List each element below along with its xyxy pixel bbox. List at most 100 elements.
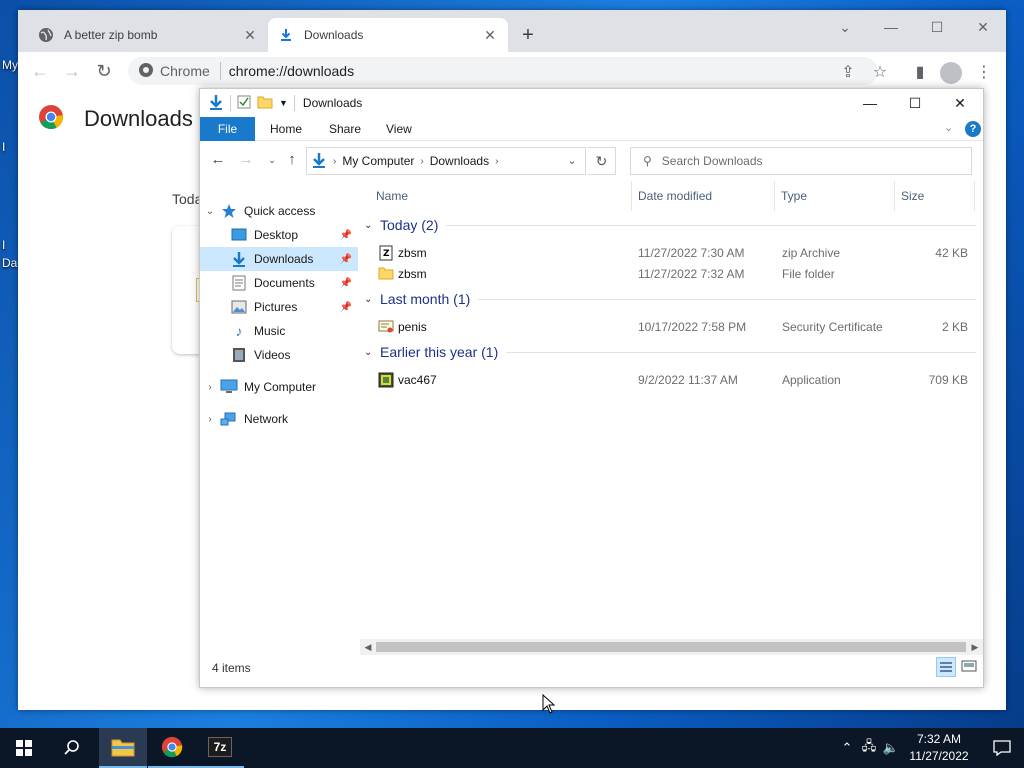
qat-dropdown-icon[interactable]: ▼	[279, 98, 288, 108]
taskbar-7zip[interactable]: 7z	[196, 728, 244, 768]
nav-item-documents[interactable]: Documents 📌	[200, 271, 358, 295]
minimize-button[interactable]: —	[847, 89, 893, 117]
column-header-type[interactable]: Type	[775, 181, 895, 211]
refresh-button[interactable]: ↻	[588, 147, 616, 175]
column-header-name[interactable]: Name	[370, 181, 632, 211]
network-status-icon[interactable]: 🖧	[858, 737, 880, 759]
scrollbar-thumb[interactable]	[376, 642, 966, 652]
ribbon-tab-share[interactable]: Share	[315, 117, 375, 141]
address-row: ← → ⌄ ↑ › My Computer › Downloads › ⌄ ↻ …	[200, 145, 983, 177]
large-icons-view-button[interactable]	[960, 657, 980, 677]
tab-search-chevron-icon[interactable]: ⌄	[822, 14, 868, 40]
table-row[interactable]: penis 10/17/2022 7:58 PM Security Certif…	[360, 317, 980, 338]
expand-chevron-icon[interactable]: ›	[200, 382, 220, 393]
close-button[interactable]: ✕	[960, 14, 1006, 40]
file-date: 11/27/2022 7:32 AM	[638, 267, 745, 281]
group-header-last-month[interactable]: ⌄ Last month (1)	[364, 291, 976, 307]
breadcrumb-chevron-icon[interactable]: ›	[333, 156, 336, 167]
start-button[interactable]	[0, 728, 48, 768]
horizontal-scrollbar[interactable]: ◀ ▶	[360, 639, 983, 655]
chrome-logo-icon	[138, 62, 154, 81]
collapse-chevron-icon[interactable]: ⌄	[364, 294, 380, 305]
close-button[interactable]: ✕	[937, 89, 983, 117]
recent-locations-chevron-icon[interactable]: ⌄	[262, 155, 282, 166]
collapse-chevron-icon[interactable]: ⌄	[200, 206, 220, 217]
maximize-button[interactable]: ☐	[914, 14, 960, 40]
scroll-left-arrow-icon[interactable]: ◀	[360, 639, 376, 655]
file-name: zbsm	[398, 246, 427, 260]
show-hidden-icons-chevron-icon[interactable]: ⌃	[836, 740, 858, 756]
collapse-chevron-icon[interactable]: ⌄	[364, 220, 380, 231]
nav-my-computer[interactable]: › My Computer	[200, 375, 358, 399]
breadcrumb-my-computer[interactable]: My Computer	[342, 154, 414, 168]
forward-button[interactable]: →	[236, 151, 256, 168]
new-folder-icon[interactable]	[257, 95, 273, 112]
tab-downloads[interactable]: Downloads ✕	[268, 18, 508, 52]
zip-archive-icon: Z	[378, 245, 394, 261]
taskbar-clock[interactable]: 7:32 AM 11/27/2022	[900, 731, 978, 765]
desktop-icon-label[interactable]: I	[2, 238, 5, 252]
nav-label: My Computer	[244, 380, 317, 394]
search-button[interactable]	[48, 728, 96, 768]
address-dropdown-icon[interactable]: ⌄	[559, 148, 585, 174]
column-header-date-modified[interactable]: Date modified	[632, 181, 775, 211]
tab-zip-bomb[interactable]: A better zip bomb ✕	[28, 18, 268, 52]
bookmark-star-icon[interactable]: ☆	[870, 62, 890, 82]
ribbon-tab-view[interactable]: View	[372, 117, 426, 141]
nav-item-pictures[interactable]: Pictures 📌	[200, 295, 358, 319]
tab-title: A better zip bomb	[64, 28, 158, 42]
reload-button[interactable]: ↻	[92, 60, 116, 84]
close-tab-icon[interactable]: ✕	[482, 27, 498, 44]
taskbar-file-explorer[interactable]	[99, 728, 147, 768]
details-view-button[interactable]	[936, 657, 956, 677]
globe-icon	[38, 27, 54, 43]
maximize-button[interactable]: ☐	[892, 89, 938, 117]
desktop-icon-label[interactable]: My	[2, 58, 18, 72]
breadcrumb-chevron-icon[interactable]: ›	[420, 156, 423, 167]
group-header-today[interactable]: ⌄ Today (2)	[364, 217, 976, 233]
desktop-icon-label[interactable]: I	[2, 140, 5, 154]
desktop-icon-label[interactable]: Da	[2, 256, 17, 270]
nav-item-downloads[interactable]: Downloads 📌	[200, 247, 358, 271]
file-type: File folder	[782, 267, 835, 281]
menu-kebab-icon[interactable]: ⋮	[974, 62, 994, 82]
address-bar[interactable]: Chrome chrome://downloads	[128, 57, 878, 85]
properties-checkbox-icon[interactable]	[237, 95, 251, 112]
file-name: zbsm	[398, 267, 427, 281]
share-icon[interactable]: ⇪	[838, 62, 858, 82]
scroll-right-arrow-icon[interactable]: ▶	[967, 639, 983, 655]
close-tab-icon[interactable]: ✕	[242, 27, 258, 44]
ribbon-tab-file[interactable]: File	[200, 117, 255, 141]
table-row[interactable]: Z zbsm 11/27/2022 7:30 AM zip Archive 42…	[360, 243, 980, 264]
new-tab-button[interactable]: +	[516, 24, 540, 47]
taskbar-chrome[interactable]	[148, 728, 196, 768]
chrome-logo-icon	[161, 736, 183, 758]
column-header-size[interactable]: Size	[895, 181, 975, 211]
breadcrumb-downloads[interactable]: Downloads	[430, 154, 489, 168]
ribbon-tab-home[interactable]: Home	[256, 117, 316, 141]
table-row[interactable]: zbsm 11/27/2022 7:32 AM File folder	[360, 264, 980, 285]
expand-ribbon-chevron-icon[interactable]: ⌄	[944, 121, 953, 134]
group-header-earlier-this-year[interactable]: ⌄ Earlier this year (1)	[364, 344, 976, 360]
collapse-chevron-icon[interactable]: ⌄	[364, 347, 380, 358]
forward-button[interactable]: →	[60, 60, 84, 84]
nav-item-desktop[interactable]: Desktop 📌	[200, 223, 358, 247]
table-row[interactable]: vac467 9/2/2022 11:37 AM Application 709…	[360, 370, 980, 391]
action-center-button[interactable]	[982, 728, 1022, 768]
nav-quick-access[interactable]: ⌄ Quick access	[200, 199, 358, 223]
volume-icon[interactable]: 🔈	[880, 740, 902, 756]
back-button[interactable]: ←	[208, 151, 228, 168]
profile-avatar-icon[interactable]	[940, 62, 962, 84]
search-input[interactable]: ⚲ Search Downloads	[630, 147, 972, 175]
help-icon[interactable]: ?	[965, 121, 981, 137]
nav-item-videos[interactable]: Videos	[200, 343, 358, 367]
nav-network[interactable]: › Network	[200, 407, 358, 431]
breadcrumb-chevron-icon[interactable]: ›	[495, 156, 498, 167]
up-button[interactable]: ↑	[282, 151, 302, 168]
address-bar[interactable]: › My Computer › Downloads › ⌄	[306, 147, 586, 175]
expand-chevron-icon[interactable]: ›	[200, 414, 220, 425]
nav-item-music[interactable]: ♪ Music	[200, 319, 358, 343]
back-button[interactable]: ←	[28, 60, 52, 84]
minimize-button[interactable]: —	[868, 14, 914, 40]
side-panel-icon[interactable]: ▮	[910, 62, 930, 82]
